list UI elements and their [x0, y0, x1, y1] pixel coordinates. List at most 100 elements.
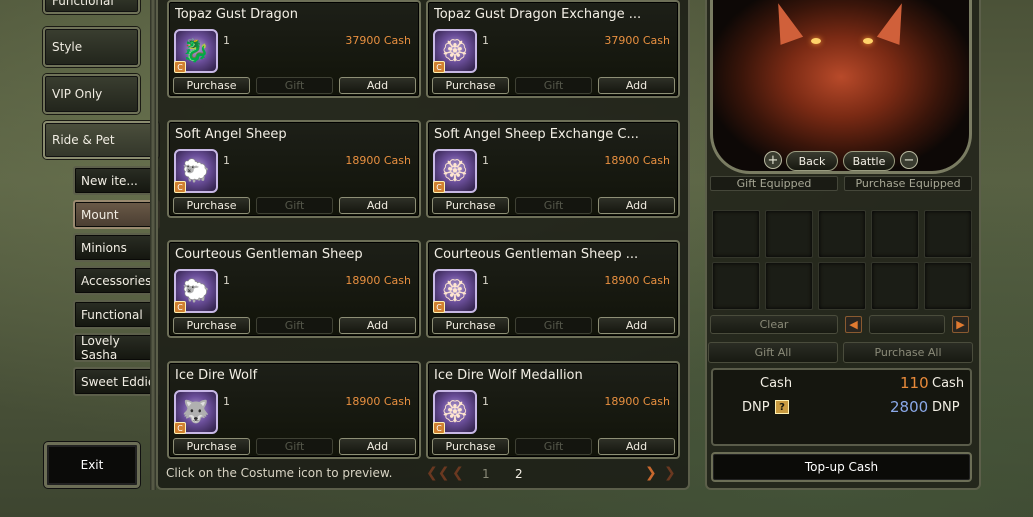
- submenu-new-items[interactable]: New ite...: [73, 166, 160, 195]
- item-price: 18900 Cash: [604, 395, 670, 408]
- first-page-icon[interactable]: ❮❮: [426, 465, 449, 481]
- add-button[interactable]: Add: [598, 197, 675, 214]
- menu-style-label: Style: [52, 40, 83, 54]
- add-button[interactable]: Add: [598, 77, 675, 94]
- purchase-button[interactable]: Purchase: [173, 317, 250, 334]
- submenu-label: Minions: [81, 240, 127, 255]
- cart-slot[interactable]: [818, 210, 866, 258]
- menu-vip-label: VIP Only: [52, 87, 103, 101]
- item-qty: 1: [223, 395, 230, 408]
- dragon-eye-shape: [863, 38, 873, 44]
- rotate-left-icon[interactable]: +: [764, 151, 782, 169]
- rotate-right-icon[interactable]: −: [900, 151, 918, 169]
- cart-next-icon[interactable]: ▶: [952, 316, 969, 333]
- submenu-minions[interactable]: Minions: [73, 233, 160, 262]
- purchase-equipped-toggle[interactable]: Purchase Equipped: [844, 176, 972, 191]
- add-button[interactable]: Add: [598, 317, 675, 334]
- item-price: 18900 Cash: [345, 154, 411, 167]
- preview-hint: Click on the Costume icon to preview.: [166, 466, 393, 480]
- cart-slot[interactable]: [871, 210, 919, 258]
- topup-label: Top-up Cash: [804, 460, 879, 474]
- submenu-lovely-sasha[interactable]: Lovely Sasha: [73, 333, 160, 362]
- cart-slot[interactable]: [765, 210, 813, 258]
- purchase-button[interactable]: Purchase: [432, 438, 509, 455]
- cart-page-field: [869, 315, 945, 334]
- next-page-icon[interactable]: ❯: [645, 465, 657, 481]
- help-icon[interactable]: ?: [775, 400, 789, 414]
- item-card: Courteous Gentleman Sheep ... 🏵 C 1 18900…: [426, 240, 680, 338]
- purchase-button[interactable]: Purchase: [432, 197, 509, 214]
- gift-all-button[interactable]: Gift All: [708, 342, 838, 363]
- cart-slot[interactable]: [924, 262, 972, 310]
- cash-badge-icon: C: [174, 301, 186, 313]
- add-button[interactable]: Add: [339, 317, 416, 334]
- cart-slot[interactable]: [712, 262, 760, 310]
- purchase-button[interactable]: Purchase: [173, 438, 250, 455]
- medallion-icon[interactable]: 🏵 C: [433, 269, 477, 313]
- add-button[interactable]: Add: [598, 438, 675, 455]
- item-price: 18900 Cash: [345, 395, 411, 408]
- cash-badge-icon: C: [174, 181, 186, 193]
- submenu-accessories[interactable]: Accessories: [73, 266, 160, 295]
- cart-slot[interactable]: [712, 210, 760, 258]
- prev-page-icon[interactable]: ❮: [452, 465, 464, 481]
- sheep-icon[interactable]: 🐑 C: [174, 149, 218, 193]
- cart-slot[interactable]: [871, 262, 919, 310]
- page-1[interactable]: 1: [482, 467, 490, 481]
- gift-button[interactable]: Gift: [515, 317, 592, 334]
- menu-functional[interactable]: Functional: [43, 0, 140, 14]
- item-card: Courteous Gentleman Sheep 🐑 C 1 18900 Cas…: [167, 240, 421, 338]
- purchase-all-button[interactable]: Purchase All: [843, 342, 973, 363]
- submenu-label: Accessories: [81, 273, 152, 288]
- battle-button[interactable]: Battle: [843, 151, 895, 171]
- menu-style[interactable]: Style: [43, 27, 140, 67]
- dragon-icon[interactable]: 🐉 C: [174, 29, 218, 73]
- cash-unit: Cash: [932, 376, 965, 391]
- gift-equipped-toggle[interactable]: Gift Equipped: [710, 176, 838, 191]
- purchase-button[interactable]: Purchase: [432, 317, 509, 334]
- medallion-icon[interactable]: 🏵 C: [433, 149, 477, 193]
- gift-button[interactable]: Gift: [256, 77, 333, 94]
- wolf-icon[interactable]: 🐺 C: [174, 390, 218, 434]
- topup-cash-button[interactable]: Top-up Cash: [711, 452, 972, 482]
- clear-button[interactable]: Clear: [710, 315, 838, 334]
- exit-button[interactable]: Exit: [44, 442, 140, 488]
- item-card: Ice Dire Wolf Medallion 🏵 C 1 18900 Cash …: [426, 361, 680, 459]
- medallion-icon[interactable]: 🏵 C: [433, 29, 477, 73]
- gift-button[interactable]: Gift: [515, 197, 592, 214]
- gift-button[interactable]: Gift: [515, 77, 592, 94]
- submenu-sweet-eddie[interactable]: Sweet Eddie: [73, 367, 160, 396]
- add-button[interactable]: Add: [339, 438, 416, 455]
- medallion-icon[interactable]: 🏵 C: [433, 390, 477, 434]
- submenu-label: Lovely Sasha: [81, 333, 120, 362]
- submenu-label: Functional: [81, 307, 143, 322]
- cart-slot[interactable]: [765, 262, 813, 310]
- page-2[interactable]: 2: [515, 467, 523, 481]
- submenu-functional[interactable]: Functional: [73, 300, 160, 329]
- dragon-horn-shape: [876, 0, 914, 45]
- menu-vip-only[interactable]: VIP Only: [43, 74, 140, 114]
- purchase-button[interactable]: Purchase: [173, 77, 250, 94]
- character-preview[interactable]: [710, 0, 972, 174]
- sheep-icon[interactable]: 🐑 C: [174, 269, 218, 313]
- item-name: Ice Dire Wolf Medallion: [434, 368, 583, 383]
- cart-slot[interactable]: [818, 262, 866, 310]
- purchase-button[interactable]: Purchase: [432, 77, 509, 94]
- purchase-button[interactable]: Purchase: [173, 197, 250, 214]
- cart-slot[interactable]: [924, 210, 972, 258]
- add-button[interactable]: Add: [339, 77, 416, 94]
- gift-button[interactable]: Gift: [256, 197, 333, 214]
- menu-ride-pet[interactable]: Ride & Pet: [43, 121, 159, 159]
- gift-button[interactable]: Gift: [515, 438, 592, 455]
- last-page-icon[interactable]: ❯: [664, 465, 676, 481]
- add-button[interactable]: Add: [339, 197, 416, 214]
- cart-prev-icon[interactable]: ◀: [845, 316, 862, 333]
- gift-button[interactable]: Gift: [256, 438, 333, 455]
- item-card: Topaz Gust Dragon 🐉 C 1 37900 Cash Purcha…: [167, 0, 421, 98]
- gift-button[interactable]: Gift: [256, 317, 333, 334]
- submenu-mount[interactable]: Mount: [73, 200, 160, 229]
- item-price: 18900 Cash: [604, 154, 670, 167]
- item-name: Ice Dire Wolf: [175, 368, 258, 383]
- item-qty: 1: [482, 395, 489, 408]
- back-button[interactable]: Back: [786, 151, 838, 171]
